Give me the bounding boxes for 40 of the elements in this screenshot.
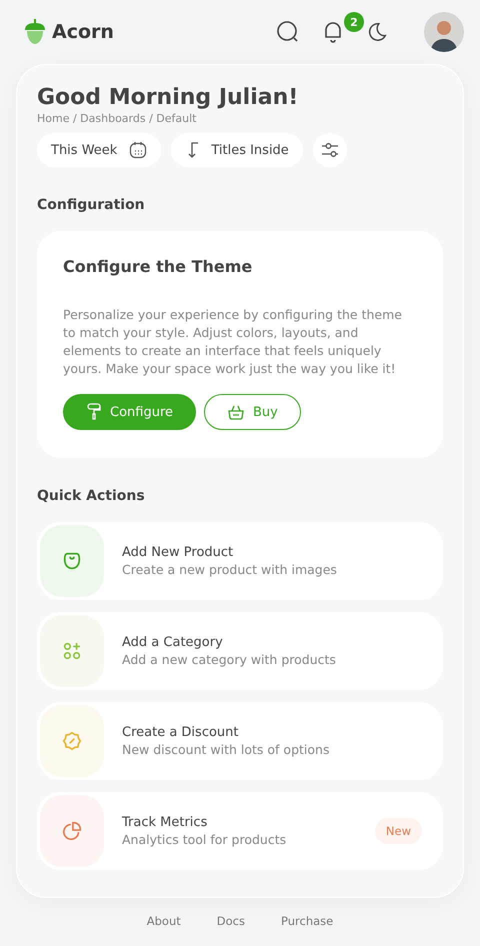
section-heading: Quick Actions <box>37 488 146 504</box>
action-title: Create a Discount <box>122 725 240 740</box>
search-button[interactable] <box>276 20 300 44</box>
quick-action-item[interactable]: Add New Product Create a new product with images <box>37 522 443 600</box>
avatar[interactable] <box>424 12 464 52</box>
settings-button[interactable] <box>312 133 347 167</box>
section-heading: Configuration <box>37 197 146 213</box>
sliders-icon <box>320 141 339 159</box>
layout-button[interactable]: Titles Inside <box>171 133 303 167</box>
quick-action-item[interactable]: Add a Category Add a new category with products <box>37 612 443 690</box>
grid-plus-icon <box>61 640 83 662</box>
card-description: Personalize your experience by configuring the theme to match your style. Adjust colors, layouts, and elements to create an interface that feels uniquely yours. Make your space work just the way you like it! <box>63 306 403 378</box>
basket-icon <box>227 403 246 421</box>
footer-link[interactable]: About <box>146 914 181 928</box>
footer-link[interactable]: Docs <box>216 914 245 928</box>
quick-action-item[interactable]: Create a Discount New discount with lots of options <box>37 702 443 780</box>
page-title: Good Morning Julian! <box>37 85 300 110</box>
paint-roller-icon <box>86 403 102 421</box>
action-title: Track Metrics <box>122 815 208 830</box>
card-title: Configure the Theme <box>63 257 254 276</box>
action-title: Add a Category <box>122 635 224 650</box>
new-tag: New <box>374 818 422 844</box>
period-button[interactable]: This Week <box>37 133 162 167</box>
logo-text: Acorn <box>52 21 115 43</box>
quick-action-item[interactable]: Track Metrics Analytics tool for products New <box>37 792 443 870</box>
acorn-logo-icon <box>24 19 46 45</box>
action-subtitle: Create a new product with images <box>122 562 338 577</box>
notifications-button[interactable] <box>322 20 344 44</box>
action-subtitle: Analytics tool for products <box>122 832 288 847</box>
pie-chart-icon <box>61 820 83 842</box>
discount-icon <box>61 730 83 752</box>
footer-link[interactable]: Purchase <box>281 914 334 928</box>
action-subtitle: New discount with lots of options <box>122 742 330 757</box>
action-title: Add New Product <box>122 545 234 560</box>
notification-count: 2 <box>344 12 364 32</box>
bag-icon <box>61 550 83 572</box>
breadcrumb: Home / Dashboards / Default <box>37 112 198 125</box>
calendar-icon <box>129 141 148 159</box>
dark-mode-button[interactable] <box>366 21 388 43</box>
action-subtitle: Add a new category with products <box>122 652 337 667</box>
